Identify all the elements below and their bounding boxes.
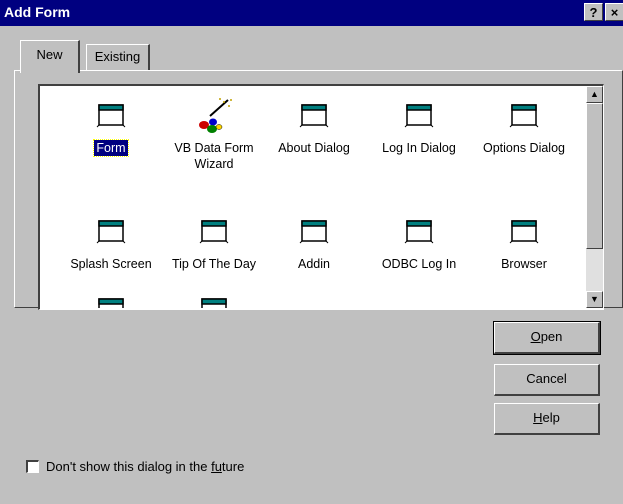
list-item[interactable]: Form (59, 96, 163, 157)
form-icon (367, 96, 471, 136)
dont-show-post: ture (221, 459, 245, 474)
list-item-label: Tip Of The Day (171, 257, 257, 271)
list-item[interactable]: VB Data Form Wizard (162, 96, 266, 172)
dont-show-checkbox[interactable] (26, 460, 39, 473)
scroll-up-button[interactable]: ▲ (586, 86, 603, 103)
list-item-label: About Dialog (278, 141, 350, 155)
list-item[interactable]: ODBC Log In (367, 212, 471, 272)
list-item-label: Options Dialog (483, 141, 565, 155)
list-item[interactable]: Addin (262, 212, 366, 272)
dont-show-accel: fu (211, 459, 222, 474)
vertical-scrollbar[interactable]: ▲ ▼ (586, 86, 603, 308)
open-rest: pen (540, 329, 563, 344)
list-items: Form VB Data Form Wizard About Dialog Log I… (40, 86, 586, 308)
form-icon (262, 96, 366, 136)
help-button[interactable]: Help (494, 403, 600, 435)
list-item-label: VB Data Form Wizard (174, 141, 254, 171)
list-item-label: Form (93, 139, 129, 157)
form-icon (162, 290, 266, 308)
title-bar[interactable]: Add Form ? × (0, 0, 623, 26)
form-icon (472, 212, 576, 252)
list-item-label: Log In Dialog (382, 141, 456, 155)
tab-existing[interactable]: Existing (86, 44, 150, 70)
list-item[interactable]: Splash Screen (59, 212, 163, 272)
help-accel-key: H (533, 410, 543, 425)
form-template-list[interactable]: Form VB Data Form Wizard About Dialog Log I… (38, 84, 604, 310)
list-item[interactable] (59, 290, 163, 308)
list-item-label: Browser (501, 257, 547, 271)
form-icon (59, 96, 163, 136)
help-icon[interactable]: ? (584, 3, 603, 21)
form-icon (162, 212, 266, 252)
list-item-label: Addin (298, 257, 330, 271)
form-icon (472, 96, 576, 136)
cancel-button[interactable]: Cancel (494, 364, 600, 396)
close-icon[interactable]: × (605, 3, 623, 21)
list-item[interactable]: Tip Of The Day (162, 212, 266, 272)
list-item[interactable]: Log In Dialog (367, 96, 471, 156)
dont-show-pre: Don't show this dialog in the (46, 459, 212, 474)
scroll-down-button[interactable]: ▼ (586, 291, 603, 308)
open-button[interactable]: Open (493, 321, 601, 355)
scroll-thumb[interactable] (586, 103, 603, 249)
list-item-label: ODBC Log In (381, 257, 457, 271)
list-item[interactable]: About Dialog (262, 96, 366, 156)
form-icon (59, 290, 163, 308)
window-title: Add Form (4, 4, 71, 20)
list-item[interactable] (162, 290, 266, 308)
form-icon (262, 212, 366, 252)
dont-show-label[interactable]: Don't show this dialog in the future (46, 459, 244, 474)
tab-new[interactable]: New (20, 40, 80, 73)
list-item[interactable]: Options Dialog (472, 96, 576, 156)
open-accel-key: O (530, 329, 541, 344)
form-icon (367, 212, 471, 252)
wizard-wand-icon (162, 96, 266, 136)
list-item-label: Splash Screen (70, 257, 152, 271)
list-item[interactable]: Browser (472, 212, 576, 272)
form-icon (59, 212, 163, 252)
help-rest: elp (542, 410, 560, 425)
